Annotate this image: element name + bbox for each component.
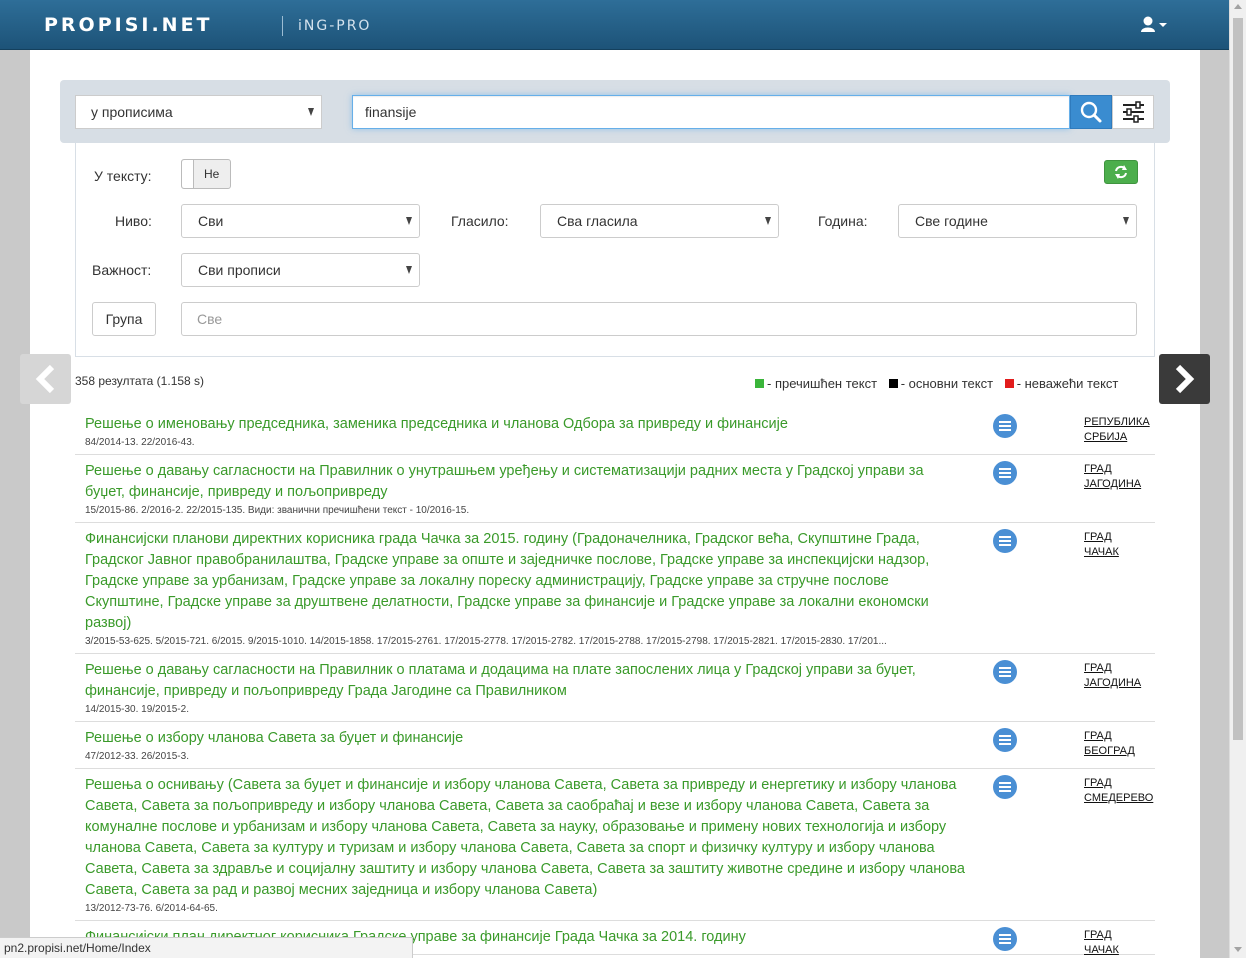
level-label: Ниво: xyxy=(115,213,152,229)
result-title-link[interactable]: Решење о избору чланова Савета за буџет … xyxy=(85,728,965,749)
reset-filters-button[interactable] xyxy=(1104,160,1138,184)
result-row: Финансијски планови директних корисника … xyxy=(75,523,1155,654)
result-menu-button[interactable] xyxy=(993,529,1017,553)
result-title-link[interactable]: Решење о давању сагласности на Правилник… xyxy=(85,660,965,702)
result-row: Решење о именовању председника, заменика… xyxy=(75,408,1155,455)
importance-label: Важност: xyxy=(92,262,152,278)
result-title-link[interactable]: Решења о оснивању (Савета за буџет и фин… xyxy=(85,775,965,901)
user-menu-button[interactable] xyxy=(1140,15,1174,35)
legend: - пречишћен текст - основни текст - нева… xyxy=(755,376,1118,391)
legend-label: - пречишћен текст xyxy=(767,376,878,391)
result-jurisdiction-link[interactable]: ГРАД ЧАЧАК xyxy=(1084,928,1119,958)
result-references: 84/2014-13. 22/2016-43. xyxy=(85,437,195,448)
group-input[interactable]: Све xyxy=(181,302,1137,336)
scroll-down-arrow-icon[interactable] xyxy=(1234,947,1242,952)
result-references: 3/2015-53-625. 5/2015-721. 6/2015. 9/201… xyxy=(85,636,887,647)
dropdown-caret-icon xyxy=(765,217,771,225)
result-references: 14/2015-30. 19/2015-2. xyxy=(85,704,189,715)
result-row: Решење о избору чланова Савета за буџет … xyxy=(75,722,1155,769)
legend-swatch xyxy=(888,379,898,388)
result-jurisdiction-link[interactable]: РЕПУБЛИКА СРБИЈА xyxy=(1084,415,1150,445)
importance-select[interactable]: Сви прописи xyxy=(181,253,420,287)
legend-label: - неважећи текст xyxy=(1016,376,1119,391)
legend-item-cleaned: - пречишћен текст xyxy=(755,376,877,391)
search-input[interactable]: finansije xyxy=(352,95,1070,129)
legend-swatch xyxy=(755,379,764,388)
results-list: Решење о именовању председника, заменика… xyxy=(75,408,1155,958)
result-menu-button[interactable] xyxy=(993,775,1017,799)
dropdown-caret-icon xyxy=(406,217,412,225)
result-references: 15/2015-86. 2/2016-2. 22/2015-135. Види:… xyxy=(85,505,470,516)
user-icon xyxy=(1141,16,1167,32)
legend-item-base: - основни текст xyxy=(888,376,994,391)
site-logo[interactable]: PROPISI.NET xyxy=(44,14,213,36)
result-title-link[interactable]: Решење о именовању председника, заменика… xyxy=(85,414,965,435)
page-scrollbar[interactable] xyxy=(1229,0,1246,958)
in-text-toggle[interactable]: Не xyxy=(181,159,231,189)
result-jurisdiction-link[interactable]: ГРАД ЈАГОДИНА xyxy=(1084,462,1141,492)
result-jurisdiction-link[interactable]: ГРАД ЧАЧАК xyxy=(1084,530,1119,560)
level-select[interactable]: Сви xyxy=(181,204,420,238)
legend-label: - основни текст xyxy=(900,376,994,391)
result-row: Решење о давању сагласности на Правилник… xyxy=(75,455,1155,523)
search-query: finansije xyxy=(365,104,417,120)
top-navbar: PROPISI.NET iNG-PRO xyxy=(0,0,1229,50)
next-page-button[interactable] xyxy=(1159,354,1210,404)
result-count: 358 резултата (1.158 s) xyxy=(75,374,205,388)
search-scope-select[interactable]: у прописима xyxy=(75,95,322,129)
refresh-icon xyxy=(1115,165,1127,179)
scroll-up-arrow-icon[interactable] xyxy=(1234,4,1242,9)
result-title-link[interactable]: Решење о давању сагласности на Правилник… xyxy=(85,461,965,503)
result-menu-button[interactable] xyxy=(993,728,1017,752)
toggle-value: Не xyxy=(204,167,220,181)
result-menu-button[interactable] xyxy=(993,660,1017,684)
dropdown-caret-icon xyxy=(1123,217,1129,225)
importance-value: Сви прописи xyxy=(198,262,281,278)
filter-settings-button[interactable] xyxy=(1112,95,1154,129)
gazette-label: Гласило: xyxy=(451,213,509,229)
result-references: 13/2012-73-76. 6/2014-64-65. xyxy=(85,903,218,914)
chevron-right-icon xyxy=(1175,364,1195,394)
result-menu-button[interactable] xyxy=(993,414,1017,438)
browser-status-bar: pn2.propisi.net/Home/Index xyxy=(0,937,413,958)
caret-down-icon xyxy=(1159,23,1167,27)
result-jurisdiction-link[interactable]: ГРАД ЈАГОДИНА xyxy=(1084,661,1141,691)
result-row: Решења о оснивању (Савета за буџет и фин… xyxy=(75,769,1155,921)
legend-swatch xyxy=(1004,379,1014,388)
logo-divider xyxy=(282,16,283,36)
search-icon xyxy=(1080,101,1102,123)
year-label: Година: xyxy=(818,213,868,229)
result-menu-button[interactable] xyxy=(993,927,1017,951)
gazette-select[interactable]: Сва гласила xyxy=(540,204,779,238)
year-select[interactable]: Све године xyxy=(898,204,1137,238)
search-scope-value: у прописима xyxy=(91,104,173,120)
previous-page-button[interactable] xyxy=(20,354,71,404)
gazette-value: Сва гласила xyxy=(557,213,638,229)
in-text-label: У тексту: xyxy=(94,168,152,184)
result-jurisdiction-link[interactable]: ГРАД БЕОГРАД xyxy=(1084,729,1135,759)
result-title-link[interactable]: Финансијски планови директних корисника … xyxy=(85,529,965,634)
result-menu-button[interactable] xyxy=(993,461,1017,485)
toggle-knob xyxy=(182,160,194,188)
scroll-thumb[interactable] xyxy=(1233,18,1243,740)
chevron-left-icon xyxy=(35,364,55,394)
sliders-icon xyxy=(1123,101,1144,123)
ing-pro-logo[interactable]: iNG-PRO xyxy=(298,18,371,34)
legend-item-invalid: - неважећи текст xyxy=(1004,376,1119,391)
search-button[interactable] xyxy=(1070,95,1112,129)
result-row: Решење о давању сагласности на Правилник… xyxy=(75,654,1155,722)
result-references: 47/2012-33. 26/2015-3. xyxy=(85,751,189,762)
dropdown-caret-icon xyxy=(406,266,412,274)
group-button[interactable]: Група xyxy=(92,302,156,336)
group-placeholder: Све xyxy=(197,311,223,327)
dropdown-caret-icon xyxy=(308,108,314,116)
level-value: Сви xyxy=(198,213,224,229)
result-jurisdiction-link[interactable]: ГРАД СМЕДЕРЕВО xyxy=(1084,776,1153,806)
year-value: Све године xyxy=(915,213,988,229)
